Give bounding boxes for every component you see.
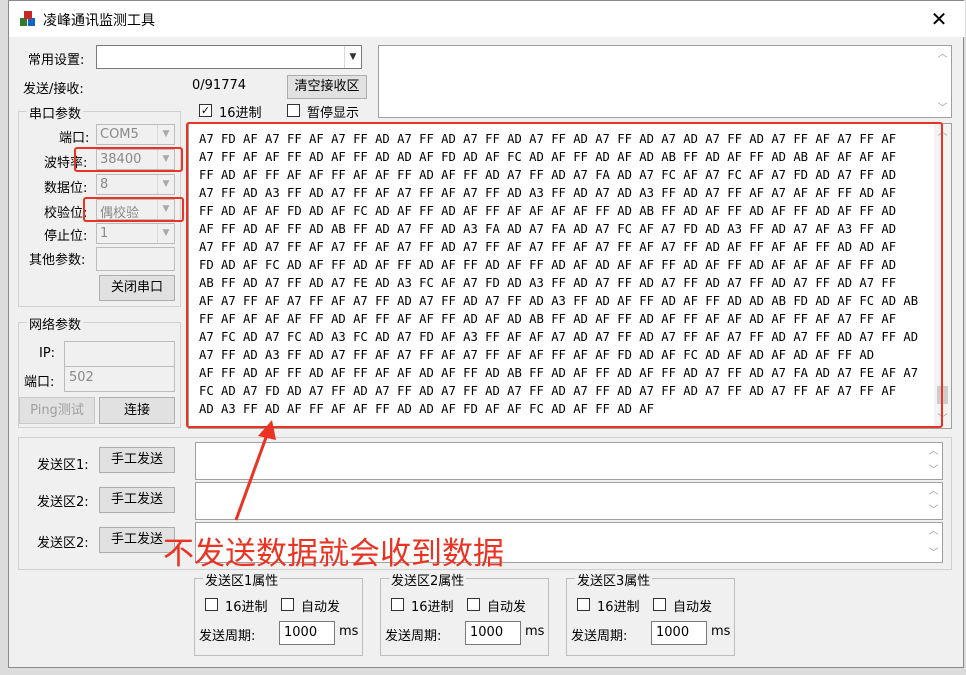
send-props-3-period-label: 发送周期: [571, 629, 628, 644]
scroll-down-icon[interactable]: ﹀ [934, 100, 951, 117]
send-props-2-group: 发送区2属性 16进制 自动发 发送周期: 1000 ms [380, 570, 549, 656]
net-port-field[interactable]: 502 [64, 366, 175, 392]
ping-test-button[interactable]: Ping测试 [19, 397, 95, 424]
parity-label: 校验位: [44, 206, 88, 221]
ip-label: IP: [39, 346, 56, 361]
send-recv-label: 发送/接收: [23, 82, 84, 97]
serial-params-title: 串口参数 [27, 103, 84, 122]
send-area-1-scrollbar[interactable]: ︿ ﹀ [925, 443, 942, 479]
scroll-down-icon[interactable]: ﹀ [925, 462, 942, 479]
send-area-1-button[interactable]: 手工发送 [99, 447, 175, 473]
port-label: 端口: [59, 131, 90, 146]
send-props-2-hex-checkbox[interactable] [391, 598, 404, 611]
send-props-2-period-field[interactable]: 1000 [465, 621, 521, 645]
send-props-1-unit: ms [339, 624, 359, 639]
send-props-3-hex-label: 16进制 [597, 600, 640, 615]
send-props-1-period-label: 发送周期: [199, 629, 256, 644]
stopbits-value: 1 [100, 226, 109, 241]
pause-display-checkbox[interactable] [287, 104, 300, 117]
send-props-3-title: 发送区3属性 [575, 570, 653, 589]
chevron-down-icon[interactable]: ▼ [157, 125, 174, 144]
title-bar: 凌峰通讯监测工具 ✕ [9, 1, 965, 37]
clear-receive-button[interactable]: 清空接收区 [287, 75, 367, 99]
chevron-down-icon[interactable]: ▼ [344, 46, 361, 68]
hex-display-checkbox[interactable]: ✓ [199, 104, 212, 117]
scroll-up-icon[interactable]: ︿ [925, 523, 942, 540]
connect-button[interactable]: 连接 [99, 397, 175, 424]
send-props-1-hex-checkbox[interactable] [205, 598, 218, 611]
send-props-3-hex-checkbox[interactable] [577, 598, 590, 611]
stopbits-label: 停止位: [44, 229, 88, 244]
databits-label: 数据位: [44, 181, 88, 196]
send-area-3-scrollbar[interactable]: ︿ ﹀ [925, 523, 942, 562]
chevron-down-icon[interactable]: ▼ [157, 224, 174, 243]
send-props-1-hex-label: 16进制 [225, 600, 268, 615]
databits-value: 8 [100, 177, 109, 192]
scroll-up-icon[interactable]: ︿ [925, 483, 942, 500]
close-icon[interactable]: ✕ [927, 7, 951, 31]
send-props-3-auto-label: 自动发 [673, 600, 713, 615]
send-props-3-period-field[interactable]: 1000 [651, 621, 707, 645]
scroll-up-icon[interactable]: ︿ [934, 46, 951, 63]
send-area-2-button[interactable]: 手工发送 [99, 487, 175, 513]
network-params-title: 网络参数 [27, 314, 84, 333]
send-props-1-period-field[interactable]: 1000 [279, 621, 335, 645]
send-recv-count: 0/91774 [192, 78, 247, 93]
annotation-text: 不发送数据就会收到数据 [163, 536, 504, 572]
databits-select[interactable]: 8 ▼ [96, 174, 175, 195]
close-port-button[interactable]: 关闭串口 [99, 275, 175, 301]
info-textarea[interactable]: ︿ ﹀ [378, 45, 952, 118]
send-area-1-input[interactable]: ︿ ﹀ [195, 442, 943, 480]
common-settings-select[interactable]: ▼ [96, 45, 362, 69]
send-props-2-auto-label: 自动发 [487, 600, 527, 615]
send-area-2-input[interactable]: ︿ ﹀ [195, 482, 943, 520]
highlight-receive-area [186, 122, 943, 428]
send-props-1-auto-checkbox[interactable] [281, 598, 294, 611]
send-props-3-unit: ms [711, 624, 731, 639]
app-icon [20, 11, 35, 26]
send-area-1-label: 发送区1: [37, 458, 89, 473]
port-value: COM5 [100, 127, 139, 142]
send-props-3-group: 发送区3属性 16进制 自动发 发送周期: 1000 ms [566, 570, 735, 656]
send-area-2-scrollbar[interactable]: ︿ ﹀ [925, 483, 942, 519]
send-props-2-unit: ms [525, 624, 545, 639]
highlight-baud [74, 147, 183, 172]
send-props-2-hex-label: 16进制 [411, 600, 454, 615]
info-scrollbar[interactable]: ︿ ﹀ [934, 46, 951, 117]
send-props-1-group: 发送区1属性 16进制 自动发 发送周期: 1000 ms [194, 570, 363, 656]
send-props-2-period-label: 发送周期: [385, 629, 442, 644]
net-port-label: 端口: [24, 375, 55, 390]
common-settings-label: 常用设置: [28, 53, 85, 68]
hex-display-label: 16进制 [219, 106, 262, 121]
port-select[interactable]: COM5 ▼ [96, 124, 175, 145]
scroll-down-icon[interactable]: ﹀ [925, 502, 942, 519]
annotation-arrow [234, 420, 276, 521]
other-params-label: 其他参数: [29, 253, 86, 268]
pause-display-label: 暂停显示 [307, 106, 360, 121]
other-params-field[interactable] [96, 247, 175, 271]
send-props-1-auto-label: 自动发 [301, 600, 341, 615]
scroll-down-icon[interactable]: ﹀ [925, 545, 942, 562]
ip-field[interactable] [64, 341, 175, 367]
send-area-3-label: 发送区2: [37, 536, 89, 551]
stopbits-select[interactable]: 1 ▼ [96, 223, 175, 244]
send-area-2-label: 发送区2: [37, 495, 89, 510]
highlight-parity [83, 197, 184, 222]
window-title: 凌峰通讯监测工具 [43, 13, 155, 29]
chevron-down-icon[interactable]: ▼ [157, 175, 174, 194]
send-props-3-auto-checkbox[interactable] [653, 598, 666, 611]
send-props-2-auto-checkbox[interactable] [467, 598, 480, 611]
scroll-up-icon[interactable]: ︿ [925, 443, 942, 460]
